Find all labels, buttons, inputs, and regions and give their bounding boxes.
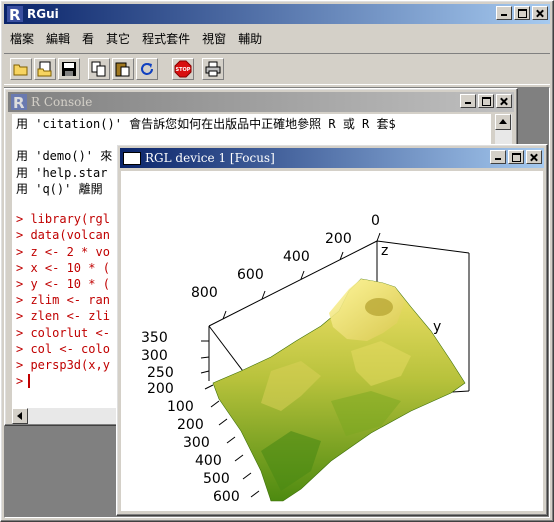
refresh-button[interactable] xyxy=(136,58,158,80)
rgl-device-window: RGL device 1 [Focus] z y 0 200 400 600 8… xyxy=(116,144,548,516)
left-tick-label: 250 xyxy=(147,365,174,381)
toolbar: STOP xyxy=(4,53,550,85)
console-minimize-button[interactable] xyxy=(460,94,476,108)
console-line: > y <- 10 * ( xyxy=(16,277,110,291)
menu-edit[interactable]: 編輯 xyxy=(40,30,76,47)
console-line: > zlen <- zli xyxy=(16,309,110,324)
left-tick-label: 350 xyxy=(141,330,168,346)
scroll-up-button[interactable] xyxy=(495,114,511,130)
open-script-icon xyxy=(13,64,28,76)
copy-button[interactable] xyxy=(88,58,110,80)
menu-packages[interactable]: 程式套件 xyxy=(136,30,196,47)
volcano-surface xyxy=(212,278,466,502)
scroll-left-button[interactable] xyxy=(12,408,28,424)
print-icon xyxy=(205,61,221,77)
left-tick-label: 200 xyxy=(147,381,174,397)
bottom-tick-label: 400 xyxy=(195,453,222,469)
print-button[interactable] xyxy=(202,58,224,80)
save-icon xyxy=(62,62,76,76)
top-tick-label: 600 xyxy=(237,267,264,283)
menu-windows[interactable]: 視窗 xyxy=(196,30,232,47)
rgl-title-bar[interactable]: RGL device 1 [Focus] xyxy=(120,148,544,168)
r-logo-icon: R xyxy=(7,6,23,22)
rgl-title: RGL device 1 [Focus] xyxy=(145,151,275,165)
console-title: R Console xyxy=(31,95,93,109)
console-line: > z <- 2 * vo xyxy=(16,244,110,259)
bottom-tick-label: 200 xyxy=(177,417,204,433)
console-line: 用 'q()' 離開 xyxy=(16,181,103,196)
menu-bar: 檔案 編輯 看 其它 程式套件 視窗 輔助 xyxy=(4,27,550,49)
menu-file[interactable]: 檔案 xyxy=(4,30,40,47)
paste-icon xyxy=(115,62,130,77)
console-line: 用 'help.star xyxy=(16,165,108,180)
top-tick-label: 0 xyxy=(371,213,380,229)
svg-text:R: R xyxy=(9,6,21,22)
open-script-button[interactable] xyxy=(10,58,32,80)
console-line: > persp3d(x,y xyxy=(16,358,110,372)
menu-help[interactable]: 輔助 xyxy=(232,30,268,47)
load-workspace-button[interactable] xyxy=(34,58,56,80)
top-tick-label: 400 xyxy=(283,249,310,265)
top-tick-label: 800 xyxy=(191,285,218,301)
paste-button[interactable] xyxy=(112,58,134,80)
top-tick-label: 200 xyxy=(325,231,352,247)
console-line: > library(rgl xyxy=(16,212,110,227)
console-line: > data(volcan xyxy=(16,228,110,243)
menu-view[interactable]: 看 xyxy=(76,30,100,47)
minimize-button[interactable] xyxy=(496,6,512,20)
rgui-title-bar[interactable]: R RGui xyxy=(4,4,550,24)
text-cursor xyxy=(28,374,30,389)
r-logo-icon: R xyxy=(11,94,27,110)
stop-button[interactable]: STOP xyxy=(172,58,194,80)
left-tick-label: 300 xyxy=(141,348,168,364)
rgl-close-button[interactable] xyxy=(526,150,542,164)
rgui-title: RGui xyxy=(27,7,59,21)
refresh-icon xyxy=(141,63,153,75)
bottom-tick-label: 300 xyxy=(183,435,210,451)
bottom-tick-label: 100 xyxy=(167,399,194,415)
console-line: > col <- colo xyxy=(16,341,110,356)
console-line: > colorlut <- xyxy=(16,325,110,340)
z-axis-label: z xyxy=(381,243,389,259)
svg-text:R: R xyxy=(13,94,25,110)
stop-icon: STOP xyxy=(174,60,192,78)
window-icon xyxy=(123,151,141,165)
maximize-button[interactable] xyxy=(514,6,530,20)
console-title-bar[interactable]: R R Console xyxy=(8,92,514,112)
console-maximize-button[interactable] xyxy=(478,94,494,108)
rgl-maximize-button[interactable] xyxy=(508,150,524,164)
close-button[interactable] xyxy=(532,6,548,20)
y-axis-label: y xyxy=(433,319,442,335)
svg-text:STOP: STOP xyxy=(176,67,191,73)
console-line: > x <- 10 * ( xyxy=(16,260,110,275)
bottom-tick-label: 500 xyxy=(203,471,230,487)
save-button[interactable] xyxy=(58,58,80,80)
menu-misc[interactable]: 其它 xyxy=(100,30,136,47)
console-line: 用 'demo()' 來 xyxy=(16,149,113,164)
volcano-3d-plot[interactable] xyxy=(121,171,545,513)
copy-icon xyxy=(91,61,106,77)
rgl-canvas[interactable]: z y 0 200 400 600 800 350 300 250 200 10… xyxy=(121,171,543,511)
console-line: > zlim <- ran xyxy=(16,293,110,308)
console-close-button[interactable] xyxy=(496,94,512,108)
load-workspace-icon xyxy=(37,61,52,77)
console-line: 用 'citation()' 會告訴您如何在出版品中正確地參照 R 或 R 套$ xyxy=(16,117,396,131)
bottom-tick-label: 600 xyxy=(213,489,240,505)
rgl-minimize-button[interactable] xyxy=(490,150,506,164)
